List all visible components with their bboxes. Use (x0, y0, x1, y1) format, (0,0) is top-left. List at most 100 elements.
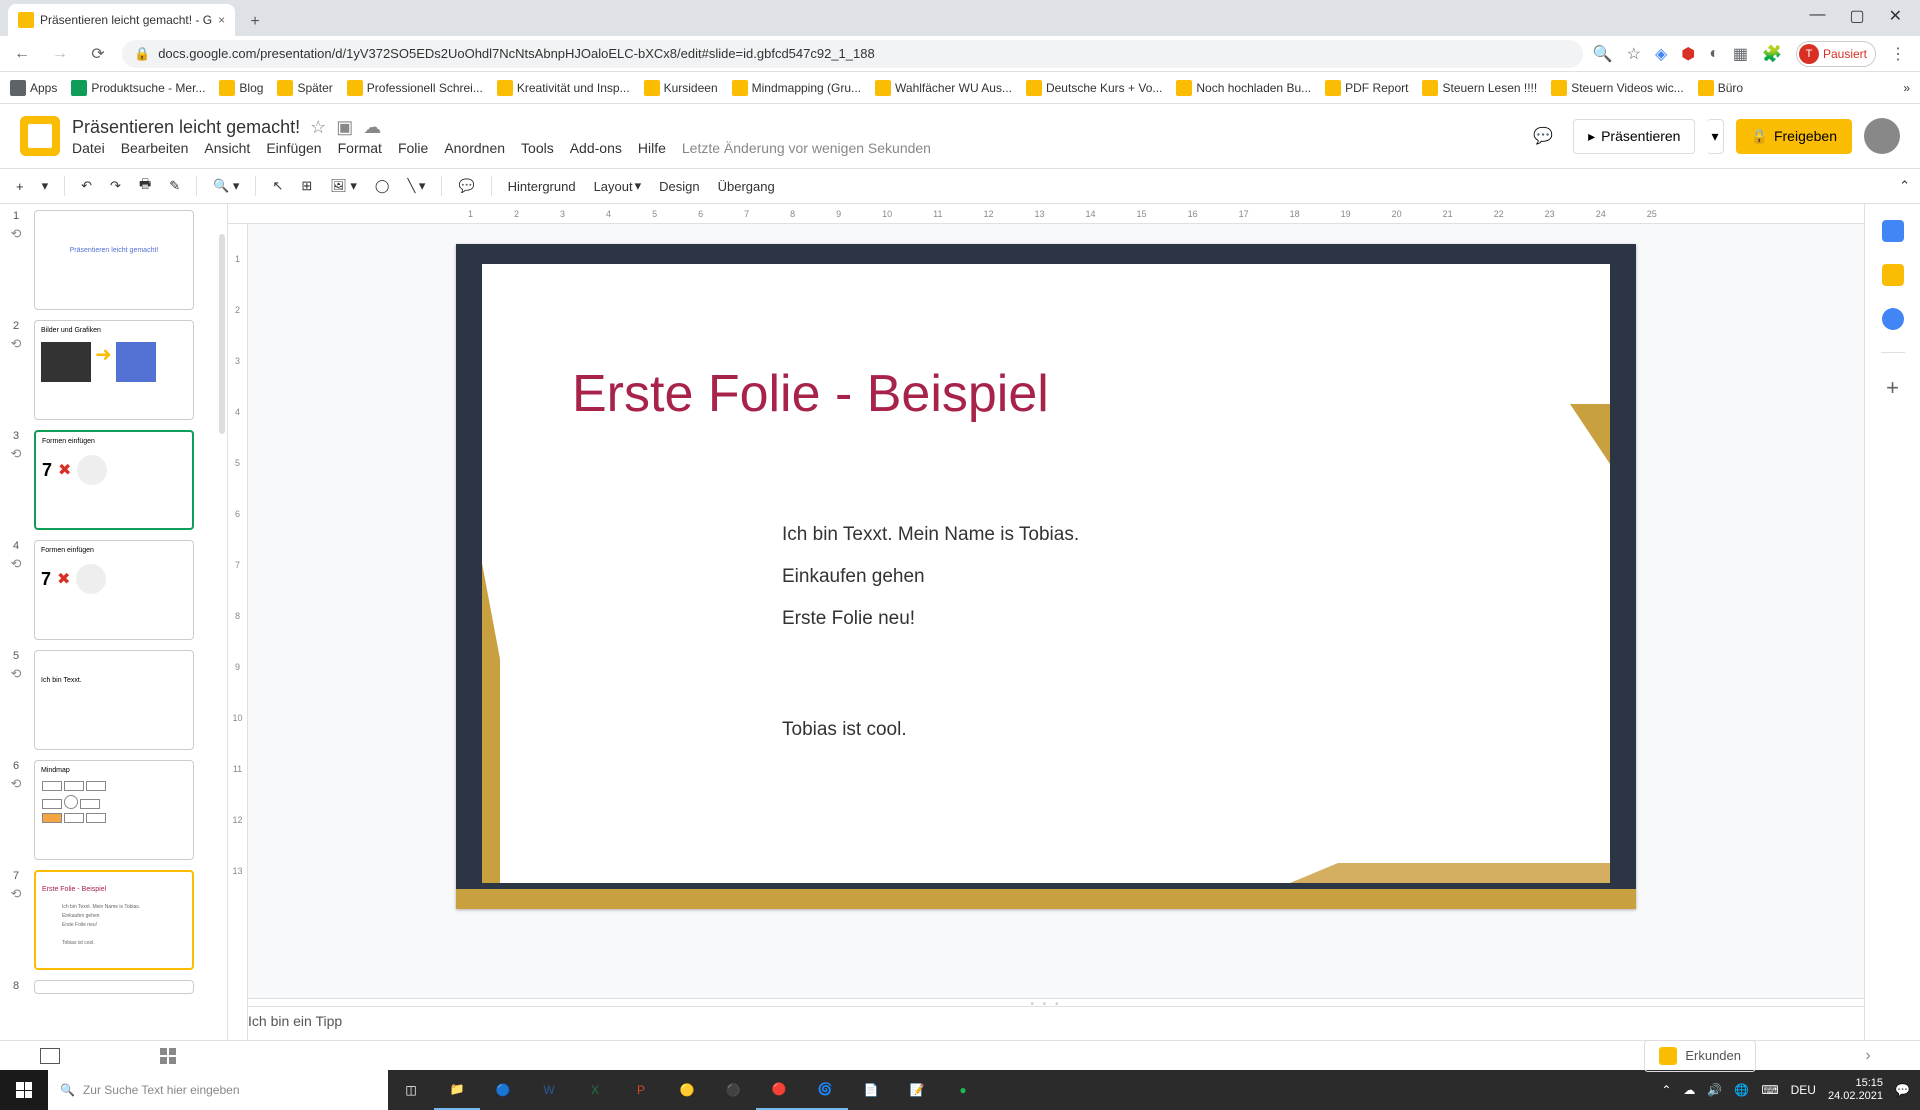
new-slide-dropdown[interactable]: ▾ (36, 174, 55, 198)
reload-button[interactable]: ⟳ (84, 40, 112, 68)
bookmark-item[interactable]: Professionell Schrei... (347, 80, 483, 96)
bookmark-item[interactable]: Deutsche Kurs + Vo... (1026, 80, 1162, 96)
account-avatar[interactable] (1864, 118, 1900, 154)
powerpoint-icon[interactable]: P (618, 1070, 664, 1110)
keep-addon-icon[interactable] (1882, 264, 1904, 286)
image-tool[interactable]: 🖼 ▾ (324, 174, 363, 198)
zoom-icon[interactable]: 🔍 (1593, 44, 1613, 64)
slide-body-text[interactable]: Ich bin Texxt. Mein Name is Tobias. Eink… (782, 514, 1079, 751)
present-button[interactable]: ▸ Präsentieren (1573, 119, 1695, 154)
slide-thumb-8[interactable] (34, 980, 194, 994)
bookmark-item[interactable]: Kreativität und Insp... (497, 80, 630, 96)
maximize-icon[interactable]: ▢ (1849, 6, 1864, 26)
forward-button[interactable]: → (46, 40, 74, 68)
slide-thumb-2[interactable]: Bilder und Grafiken➜ (34, 320, 194, 420)
bookmark-item[interactable]: Steuern Lesen !!!! (1422, 80, 1537, 96)
menu-ansicht[interactable]: Ansicht (204, 140, 250, 156)
bookmark-star-icon[interactable]: ☆ (1627, 44, 1641, 64)
paint-format-button[interactable]: ✎ (163, 174, 186, 198)
calendar-addon-icon[interactable] (1882, 220, 1904, 242)
minimize-icon[interactable]: — (1809, 6, 1825, 26)
excel-icon[interactable]: X (572, 1070, 618, 1110)
profile-paused-button[interactable]: T Pausiert (1796, 41, 1876, 67)
slide-thumb-1[interactable]: Präsentieren leicht gemacht! (34, 210, 194, 310)
browser-tab[interactable]: Präsentieren leicht gemacht! - G × (8, 4, 235, 36)
slide-canvas[interactable]: Erste Folie - Beispiel Ich bin Texxt. Me… (456, 244, 1636, 909)
undo-button[interactable]: ↶ (75, 174, 98, 198)
bookmark-item[interactable]: Blog (219, 80, 263, 96)
app-icon-2[interactable]: 📄 (848, 1070, 894, 1110)
design-button[interactable]: Design (653, 175, 705, 198)
menu-datei[interactable]: Datei (72, 140, 105, 156)
word-icon[interactable]: W (526, 1070, 572, 1110)
share-button[interactable]: 🔒 Freigeben (1736, 119, 1852, 154)
task-view-icon[interactable]: ◫ (388, 1070, 434, 1110)
tasks-addon-icon[interactable] (1882, 308, 1904, 330)
url-input[interactable]: 🔒 docs.google.com/presentation/d/1yV372S… (122, 40, 1583, 68)
bookmark-item[interactable]: Später (277, 80, 332, 96)
bookmark-item[interactable]: Büro (1698, 80, 1743, 96)
close-window-icon[interactable]: ✕ (1889, 6, 1902, 26)
transition-button[interactable]: Übergang (712, 175, 781, 198)
menu-icon[interactable]: ⋮ (1890, 44, 1906, 64)
layout-button[interactable]: Layout ▾ (588, 174, 648, 198)
bookmark-item[interactable]: Mindmapping (Gru... (732, 80, 861, 96)
comments-button[interactable]: 💬 (1525, 118, 1561, 154)
last-edit-text[interactable]: Letzte Änderung vor wenigen Sekunden (682, 140, 931, 156)
document-title[interactable]: Präsentieren leicht gemacht! (72, 117, 300, 138)
print-button[interactable]: 🖶 (133, 171, 157, 201)
menu-hilfe[interactable]: Hilfe (638, 140, 666, 156)
select-tool[interactable]: ↖ (266, 174, 289, 198)
star-icon[interactable]: ☆ (310, 117, 326, 138)
explore-button[interactable]: Erkunden (1644, 1040, 1756, 1072)
bookmark-item[interactable]: Kursideen (644, 80, 718, 96)
background-button[interactable]: Hintergrund (502, 175, 582, 198)
language-indicator[interactable]: DEU (1791, 1083, 1816, 1097)
bookmark-item[interactable]: Produktsuche - Mer... (71, 80, 205, 96)
menu-addons[interactable]: Add-ons (570, 140, 622, 156)
onedrive-icon[interactable]: ☁ (1683, 1083, 1695, 1097)
filmstrip-scrollbar[interactable] (219, 234, 225, 434)
slide-thumb-3[interactable]: Formen einfügen7✖ (34, 430, 194, 530)
move-icon[interactable]: ▣ (336, 117, 353, 138)
slide-filmstrip[interactable]: 1⟲ Präsentieren leicht gemacht! 2⟲ Bilde… (0, 204, 228, 1040)
redo-button[interactable]: ↷ (104, 174, 127, 198)
new-tab-button[interactable]: + (241, 8, 269, 36)
bookmark-item[interactable]: Noch hochladen Bu... (1176, 80, 1311, 96)
menu-einfuegen[interactable]: Einfügen (266, 140, 321, 156)
grid-view-button[interactable] (160, 1048, 176, 1064)
slide-thumb-4[interactable]: Formen einfügen7✖ (34, 540, 194, 640)
menu-anordnen[interactable]: Anordnen (444, 140, 505, 156)
close-tab-icon[interactable]: × (218, 13, 225, 27)
edge-browser-icon[interactable]: 🌀 (802, 1070, 848, 1110)
extension-icon-3[interactable]: ◐ (1709, 45, 1719, 63)
add-addon-icon[interactable]: + (1886, 375, 1899, 401)
zoom-button[interactable]: 🔍 ▾ (207, 174, 245, 198)
side-panel-toggle[interactable]: › (1856, 1044, 1880, 1068)
shape-tool[interactable]: ◯ (369, 174, 396, 198)
menu-format[interactable]: Format (338, 140, 382, 156)
clock[interactable]: 15:15 24.02.2021 (1828, 1077, 1883, 1103)
start-button[interactable] (0, 1070, 48, 1110)
extension-icon[interactable]: ◈ (1655, 44, 1667, 64)
menu-bearbeiten[interactable]: Bearbeiten (121, 140, 189, 156)
bookmark-item[interactable]: Steuern Videos wic... (1551, 80, 1684, 96)
back-button[interactable]: ← (8, 40, 36, 68)
slide-thumb-6[interactable]: Mindmap (34, 760, 194, 860)
slide-thumb-5[interactable]: Ich bin Texxt. (34, 650, 194, 750)
notes-resize-handle[interactable]: • • • (228, 998, 1864, 1006)
apps-button[interactable]: Apps (10, 80, 57, 96)
bookmark-item[interactable]: Wahlfächer WU Aus... (875, 80, 1012, 96)
slides-logo[interactable] (20, 116, 60, 156)
new-slide-button[interactable]: + (10, 175, 30, 198)
chrome-icon[interactable]: 🔴 (756, 1070, 802, 1110)
slide-title-text[interactable]: Erste Folie - Beispiel (572, 364, 1049, 424)
tray-chevron-icon[interactable]: ⌃ (1661, 1083, 1671, 1097)
extensions-icon[interactable]: 🧩 (1762, 44, 1782, 64)
notepad-icon[interactable]: 📝 (894, 1070, 940, 1110)
edge-icon[interactable]: 🔵 (480, 1070, 526, 1110)
extension-icon-2[interactable]: ⬢ (1681, 44, 1695, 64)
bookmark-overflow-icon[interactable]: » (1903, 81, 1910, 95)
extension-icon-4[interactable]: ▦ (1733, 44, 1748, 64)
textbox-tool[interactable]: ⊞ (295, 174, 318, 198)
